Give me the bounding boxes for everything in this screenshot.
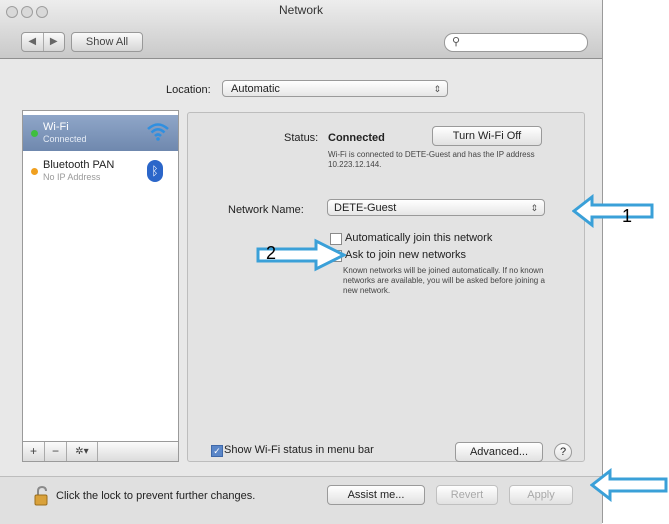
service-name: Wi-Fi: [43, 121, 69, 133]
search-field[interactable]: ⚲: [444, 33, 588, 52]
assist-me-button[interactable]: Assist me...: [327, 485, 425, 505]
service-item-wifi[interactable]: Wi-Fi Connected: [23, 115, 178, 151]
lock-message: Click the lock to prevent further change…: [56, 490, 256, 502]
annotation-arrow-3: [590, 468, 668, 502]
network-name-select[interactable]: DETE-Guest ⇕: [327, 199, 545, 216]
location-select[interactable]: Automatic ⇕: [222, 80, 448, 97]
revert-button[interactable]: Revert: [436, 485, 498, 505]
wifi-icon: [147, 123, 169, 141]
back-forward-buttons: ◀ ▶: [21, 32, 65, 52]
apply-button[interactable]: Apply: [509, 485, 573, 505]
status-description: Wi-Fi is connected to DETE-Guest and has…: [328, 150, 535, 169]
gear-menu-button[interactable]: ✲▾: [67, 442, 98, 461]
add-service-button[interactable]: +: [23, 442, 45, 461]
ask-join-help-text: Known networks will be joined automatica…: [343, 266, 545, 295]
lock-icon[interactable]: [33, 485, 51, 507]
help-button[interactable]: ?: [554, 443, 572, 461]
annotation-arrow-1: [572, 194, 654, 228]
location-value: Automatic: [231, 83, 280, 95]
forward-button[interactable]: ▶: [44, 33, 65, 51]
search-icon: ⚲: [452, 36, 461, 48]
ask-join-label: Ask to join new networks: [345, 249, 467, 261]
show-wifi-status-checkbox[interactable]: ✓: [211, 445, 223, 457]
network-name-value: DETE-Guest: [334, 202, 397, 214]
service-item-bluetooth-pan[interactable]: Bluetooth PAN No IP Address ᛒ: [23, 153, 178, 189]
status-label: Status:: [284, 132, 319, 144]
service-status: Connected: [43, 134, 87, 144]
annotation-number-1: 1: [622, 206, 633, 226]
sidebar-toolbar: + − ✲▾: [22, 441, 179, 462]
service-status: No IP Address: [43, 172, 101, 182]
chevron-up-down-icon: ⇕: [433, 84, 441, 94]
network-services-list: Wi-Fi Connected Bluetooth PAN No IP Addr…: [22, 110, 179, 442]
status-dot-green: [31, 130, 38, 137]
back-button[interactable]: ◀: [22, 33, 44, 51]
window-title: Network: [278, 3, 323, 17]
chevron-up-down-icon: ⇕: [530, 203, 538, 213]
title-bar: Network ◀ ▶ Show All ⚲: [0, 0, 602, 59]
bluetooth-icon: ᛒ: [147, 160, 163, 182]
status-value: Connected: [328, 132, 385, 144]
location-label: Location:: [166, 84, 211, 96]
advanced-button[interactable]: Advanced...: [455, 442, 543, 462]
remove-service-button[interactable]: −: [45, 442, 67, 461]
show-all-button[interactable]: Show All: [71, 32, 143, 52]
turn-wifi-off-button[interactable]: Turn Wi-Fi Off: [432, 126, 542, 146]
annotation-number-2: 2: [266, 243, 277, 263]
network-name-label: Network Name:: [228, 204, 304, 216]
show-wifi-status-label: Show Wi-Fi status in menu bar: [224, 444, 374, 456]
auto-join-label: Automatically join this network: [345, 232, 493, 244]
service-name: Bluetooth PAN: [43, 159, 115, 171]
status-dot-orange: [31, 168, 38, 175]
